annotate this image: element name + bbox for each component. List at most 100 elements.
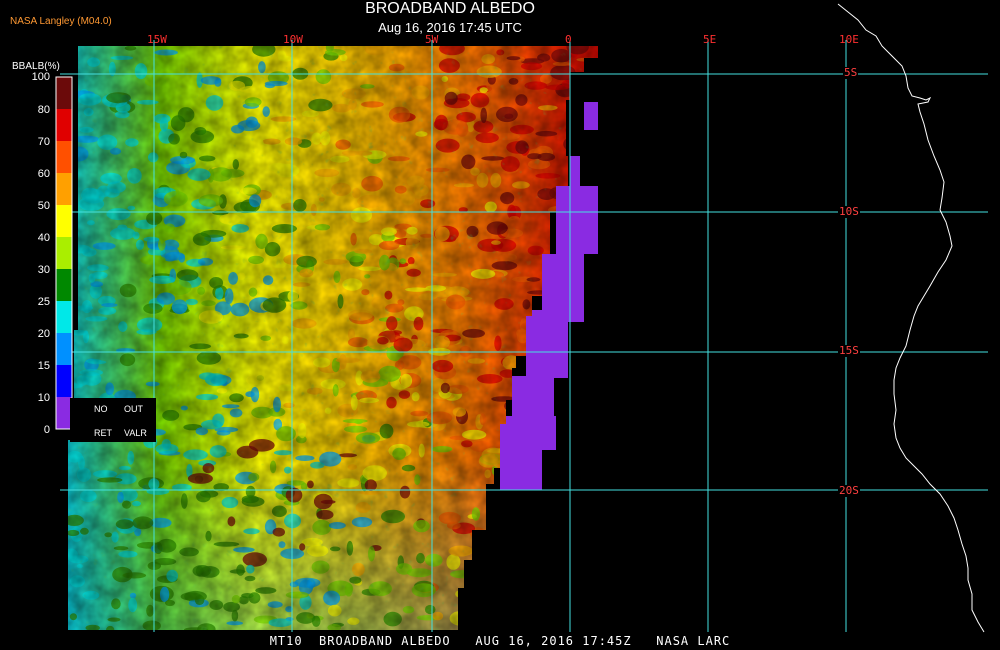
coastline: [837, 3, 985, 633]
legend-color-swatch: [56, 173, 72, 205]
albedo-cell: [481, 587, 503, 601]
legend-color-swatch: [56, 365, 72, 397]
albedo-cell: [515, 549, 531, 562]
albedo-cell: [558, 536, 576, 548]
albedo-cell: [558, 438, 580, 443]
footer-caption: MT10 BROADBAND ALBEDO AUG 16, 2016 17:45…: [269, 634, 731, 648]
albedo-cell: [551, 565, 560, 580]
albedo-cell: [566, 537, 590, 546]
albedo-cell: [489, 613, 500, 622]
albedo-cell: [553, 464, 562, 470]
albedo-cell: [579, 558, 598, 570]
albedo-cell: [546, 529, 564, 537]
legend-tick: 70: [37, 136, 50, 148]
albedo-cell: [563, 136, 584, 152]
albedo-cell: [464, 576, 474, 587]
legend-out-label: OUT: [124, 404, 143, 414]
albedo-cell: [568, 396, 593, 412]
albedo-cell: [547, 526, 571, 532]
albedo-cell: [576, 560, 583, 573]
albedo-cell: [528, 518, 551, 529]
legend-valr-label: VALR: [124, 428, 147, 438]
albedo-cell: [467, 598, 484, 604]
legend-tick: 60: [37, 168, 50, 180]
albedo-cell: [573, 537, 595, 549]
albedo-cell: [511, 575, 534, 582]
albedo-cell: [551, 578, 572, 593]
lat-label-5s: 5S: [843, 66, 859, 79]
legend-ret-label: RET: [94, 428, 112, 438]
albedo-cell: [548, 528, 564, 541]
albedo-cell: [525, 519, 536, 524]
lon-label-0: 0: [565, 33, 572, 46]
albedo-cell: [541, 555, 555, 564]
albedo-cell: [559, 398, 578, 405]
map-title: BROADBAND ALBEDO: [365, 0, 535, 17]
albedo-cell: [564, 125, 586, 135]
albedo-cell: [583, 352, 598, 358]
albedo-cell: [541, 545, 568, 556]
albedo-cell: [513, 611, 522, 627]
legend-tick: 20: [37, 328, 50, 340]
albedo-cell: [590, 339, 597, 349]
albedo-cell: [587, 595, 598, 606]
no-retrieval-cell: [570, 296, 582, 322]
legend-color-swatch: [56, 269, 72, 301]
albedo-cell: [584, 622, 598, 630]
albedo-cell: [542, 600, 559, 610]
albedo-cell: [569, 471, 580, 487]
legend-tick: 25: [37, 296, 50, 308]
albedo-cell: [577, 382, 598, 392]
albedo-cell: [584, 392, 593, 403]
albedo-cell: [518, 599, 539, 615]
albedo-cell: [585, 133, 595, 149]
albedo-cell: [469, 577, 494, 593]
albedo-cell: [533, 544, 555, 558]
albedo-cell: [525, 603, 542, 608]
albedo-cell: [569, 107, 577, 118]
map-timestamp: Aug 16, 2016 17:45 UTC: [378, 20, 522, 35]
albedo-cell: [576, 463, 589, 478]
albedo-cell: [540, 564, 553, 570]
albedo-cell: [591, 466, 598, 481]
legend-color-bar: [55, 76, 73, 430]
albedo-cell: [525, 493, 551, 501]
legend-tick: 40: [37, 232, 50, 244]
albedo-cell: [582, 362, 596, 373]
albedo-cell: [583, 531, 598, 541]
legend-color-swatch: [56, 141, 72, 173]
albedo-cell: [581, 478, 598, 483]
lat-label-15s: 15S: [838, 344, 860, 357]
legend-color-swatch: [56, 301, 72, 333]
albedo-cell: [514, 563, 525, 576]
albedo-cell: [501, 563, 526, 577]
no-retrieval-cell: [500, 450, 542, 490]
legend-tick: 80: [37, 104, 50, 116]
albedo-cell: [589, 331, 598, 337]
albedo-cell: [543, 586, 566, 596]
albedo-cell: [578, 366, 598, 374]
lon-label-5e: 5E: [703, 33, 717, 46]
no-retrieval-cell: [584, 102, 598, 130]
albedo-cell: [523, 502, 539, 515]
legend-tick: 30: [37, 264, 50, 276]
albedo-map: [55, 3, 988, 633]
albedo-cell: [573, 86, 589, 99]
albedo-cell: [524, 544, 532, 556]
albedo-cell: [477, 613, 484, 628]
no-retrieval-cell: [526, 310, 568, 378]
albedo-cell: [592, 577, 598, 589]
no-retrieval-cell: [570, 156, 580, 190]
albedo-cell: [573, 445, 592, 453]
albedo-cell: [558, 579, 571, 590]
no-retrieval-cell: [500, 416, 556, 450]
no-retrieval-cell: [556, 186, 598, 254]
albedo-cell: [545, 469, 566, 483]
albedo-cell: [591, 522, 598, 529]
lon-label-10e: 10E: [839, 33, 859, 46]
legend-tick: 10: [37, 392, 50, 404]
legend-tick: 100: [31, 71, 50, 83]
lon-label-15w: 15W: [147, 33, 167, 46]
legend-color-swatch: [56, 333, 72, 365]
legend-tick: 15: [37, 360, 50, 372]
